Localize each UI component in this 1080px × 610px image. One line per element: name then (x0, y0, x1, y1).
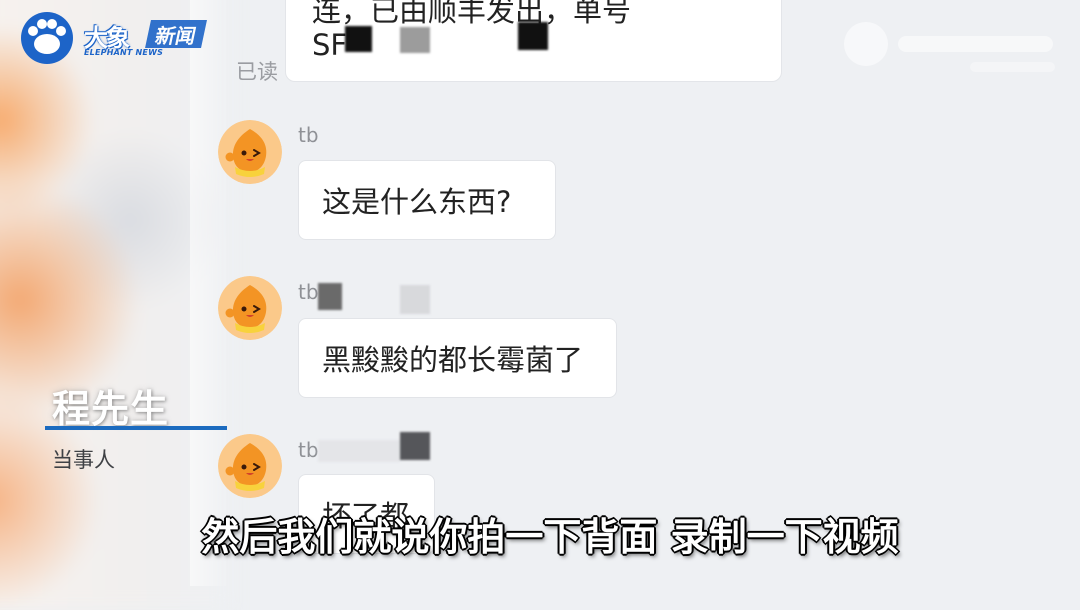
read-status: 已读 (236, 60, 278, 84)
interviewee-role: 当事人 (52, 448, 115, 472)
video-subtitle: 然后我们就说你拍一下背面 录制一下视频 (201, 515, 899, 559)
caption-divider (45, 426, 227, 430)
incoming-message-bubble[interactable]: 黑黢黢的都长霉菌了 (298, 318, 617, 398)
tracking-number-prefix: SF (312, 28, 348, 62)
redaction-block (345, 26, 372, 52)
incoming-message-bubble[interactable]: 这是什么东西? (298, 160, 556, 240)
redaction-block (400, 432, 430, 460)
watermark-bar (898, 36, 1053, 52)
redaction-block (400, 285, 430, 314)
redaction-block (518, 22, 548, 50)
watermark-bar (970, 62, 1055, 72)
redaction-block (400, 27, 430, 53)
redaction-block (318, 283, 342, 310)
logo-tag: 新闻 (145, 20, 207, 48)
interviewee-name: 程先生 (52, 387, 170, 431)
outgoing-message-line: 连，已由顺丰发出，单号 (312, 0, 632, 28)
sender-avatar-icon[interactable] (218, 120, 282, 184)
sender-avatar-icon[interactable] (218, 434, 282, 498)
sender-name: tb (298, 280, 319, 304)
sender-avatar-icon[interactable] (218, 276, 282, 340)
watermark-icon (844, 22, 888, 66)
sender-name: tb (298, 123, 319, 147)
elephant-news-logo-icon (20, 11, 74, 65)
logo-english: ELEPHANT NEWS (84, 48, 164, 57)
redaction-block (318, 440, 400, 462)
sender-name: tb (298, 438, 319, 462)
